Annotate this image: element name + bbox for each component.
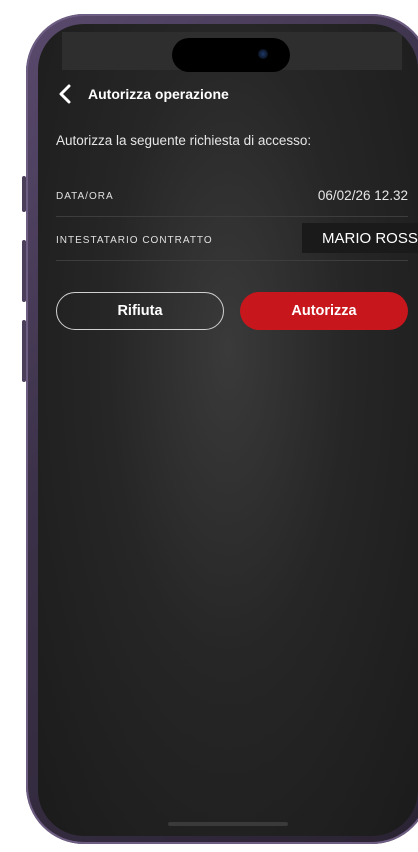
action-button (22, 176, 26, 212)
page-title: Autorizza operazione (88, 86, 229, 102)
app-header: Autorizza operazione (56, 80, 229, 108)
reject-button[interactable]: Rifiuta (56, 292, 224, 330)
holder-value: MARIO ROSSI (301, 223, 418, 253)
holder-label: INTESTATARIO CONTRATTO (56, 235, 213, 246)
camera-icon (258, 49, 268, 59)
detail-row-holder: INTESTATARIO CONTRATTO MARIO ROSSI (56, 220, 418, 261)
datetime-label: DATA/ORA (56, 191, 114, 202)
datetime-value: 06/02/26 12.32 (317, 188, 408, 203)
volume-up-button (22, 240, 26, 302)
detail-row-datetime: DATA/ORA 06/02/26 12.32 (56, 176, 408, 217)
dynamic-island (172, 38, 290, 72)
app-screen: Autorizza operazione Autorizza la seguen… (38, 24, 418, 836)
volume-down-button (22, 320, 26, 382)
chevron-left-icon[interactable] (56, 82, 74, 106)
home-indicator[interactable] (168, 822, 288, 826)
intro-text: Autorizza la seguente richiesta di acces… (56, 133, 312, 148)
authorize-button[interactable]: Autorizza (240, 292, 408, 330)
